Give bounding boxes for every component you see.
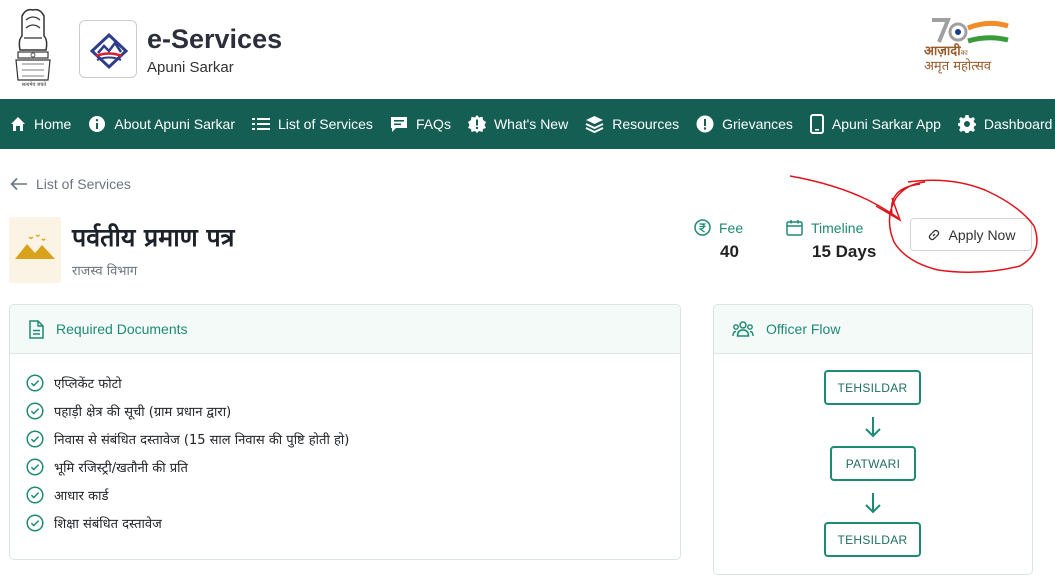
timeline-label: Timeline [786, 219, 863, 236]
mountains-icon [15, 234, 55, 259]
main-nav: Home About Apuni Sarkar List of Services… [0, 99, 1055, 149]
nav-label: Resources [612, 116, 680, 132]
document-name: भूमि रजिस्ट्री/खतौनी की प्रति [54, 461, 188, 476]
required-documents-list: एप्लिकेंट फोटो पहाड़ी क्षेत्र की सूची (ग… [10, 354, 680, 537]
document-name: एप्लिकेंट फोटो [54, 377, 122, 392]
document-name: आधार कार्ड [54, 489, 109, 504]
timeline-label-text: Timeline [811, 219, 864, 236]
home-icon [11, 117, 25, 131]
nav-item-faqs[interactable]: FAQs [390, 116, 451, 133]
document-name: निवास से संबंधित दस्तावेज (15 साल निवास … [54, 433, 350, 448]
apuni-sarkar-logo[interactable] [79, 20, 137, 78]
users-icon [732, 321, 754, 337]
check-circle-icon [26, 514, 44, 532]
nav-label: FAQs [415, 116, 451, 132]
nav-item-list-of-services[interactable]: List of Services [252, 116, 373, 132]
apply-now-button[interactable]: Apply Now [910, 218, 1032, 251]
list-item: आधार कार्ड [26, 481, 680, 509]
azadi-line2: अमृत महोत्सव [924, 59, 992, 74]
info-icon [89, 116, 106, 132]
service-department: राजस्व विभाग [72, 264, 138, 279]
nav-item-grievances[interactable]: Grievances [696, 115, 793, 133]
layers-icon [585, 116, 604, 133]
arrow-left-icon [10, 177, 27, 191]
required-documents-title: Required Documents [56, 321, 188, 337]
nav-item-whats-new[interactable]: What's New [467, 115, 569, 133]
service-icon [9, 217, 61, 283]
azadi-line1: आज़ादी [924, 44, 961, 59]
service-title: पर्वतीय प्रमाण पत्र [72, 223, 235, 252]
breadcrumb-back-link[interactable]: List of Services [36, 176, 131, 192]
brand-subtitle: Apuni Sarkar [147, 59, 234, 76]
nav-label: List of Services [278, 116, 373, 132]
nav-item-home[interactable]: Home [10, 116, 71, 132]
nav-label: Grievances [722, 116, 793, 132]
check-circle-icon [26, 458, 44, 476]
list-item: शिक्षा संबंधित दस्तावेज [26, 509, 680, 537]
check-circle-icon [26, 402, 44, 420]
officer-flow-header: Officer Flow [714, 305, 1032, 354]
officer-flow-card: Officer Flow TEHSILDAR PATWARI TEHSILDAR [713, 304, 1033, 575]
nav-item-resources[interactable]: Resources [585, 115, 679, 133]
flow-step-tehsildar: TEHSILDAR [824, 522, 921, 557]
check-circle-icon [26, 486, 44, 504]
nav-label: About Apuni Sarkar [114, 116, 235, 132]
fee-label: Fee [694, 219, 743, 236]
nav-label: What's New [493, 116, 569, 132]
flow-step-tehsildar: TEHSILDAR [824, 370, 921, 405]
calendar-icon [786, 220, 803, 236]
national-emblem-icon [15, 8, 51, 81]
azadi-text: आज़ादीका अमृत महोत्सव [924, 45, 1024, 74]
rupee-icon [694, 219, 711, 236]
nav-item-dashboard[interactable]: Dashboard [957, 115, 1053, 133]
azadi-line1-small: का [960, 49, 968, 57]
list-item: भूमि रजिस्ट्री/खतौनी की प्रति [26, 453, 680, 481]
required-documents-card: Required Documents एप्लिकेंट फोटो पहाड़ी… [9, 304, 681, 560]
check-circle-icon [26, 430, 44, 448]
apply-now-label: Apply Now [948, 226, 1016, 243]
gear-icon [957, 115, 976, 133]
site-header: सत्यमेव जयते e-Services Apuni Sarkar आज़… [0, 0, 1055, 99]
arrow-down-icon [865, 493, 881, 514]
link-icon [928, 229, 939, 240]
nav-item-about[interactable]: About Apuni Sarkar [88, 115, 235, 133]
alert-icon [696, 115, 714, 133]
mobile-icon [809, 114, 824, 134]
list-item: निवास से संबंधित दस्तावेज (15 साल निवास … [26, 425, 680, 453]
check-circle-icon [26, 374, 44, 392]
list-item: एप्लिकेंट फोटो [26, 369, 680, 397]
timeline-value: 15 Days [812, 242, 877, 261]
nav-item-app[interactable]: Apuni Sarkar App [809, 114, 941, 134]
list-item: पहाड़ी क्षेत्र की सूची (ग्राम प्रधान द्व… [26, 397, 680, 425]
nav-label: Home [34, 116, 72, 132]
officer-flow-title: Officer Flow [766, 321, 841, 337]
document-name: शिक्षा संबंधित दस्तावेज [54, 517, 162, 532]
fee-value: ​40 [720, 242, 739, 261]
fee-label-text: Fee [719, 219, 744, 236]
mountain-logo-icon [89, 32, 129, 70]
required-documents-header: Required Documents [10, 305, 680, 354]
brand-title: e-Services [147, 24, 283, 54]
nav-label: Dashboard [983, 116, 1053, 132]
chat-icon [390, 116, 407, 132]
document-name: पहाड़ी क्षेत्र की सूची (ग्राम प्रधान द्व… [54, 405, 232, 420]
flow-step-patwari: PATWARI [830, 446, 916, 481]
breadcrumb[interactable]: List of Services [10, 176, 131, 192]
list-icon [252, 118, 270, 130]
nav-label: Apuni Sarkar App [831, 116, 941, 132]
emblem-motto: सत्यमेव जयते [21, 82, 47, 88]
document-icon [29, 319, 44, 339]
arrow-down-icon [865, 417, 881, 438]
badge-alert-icon [467, 115, 486, 133]
